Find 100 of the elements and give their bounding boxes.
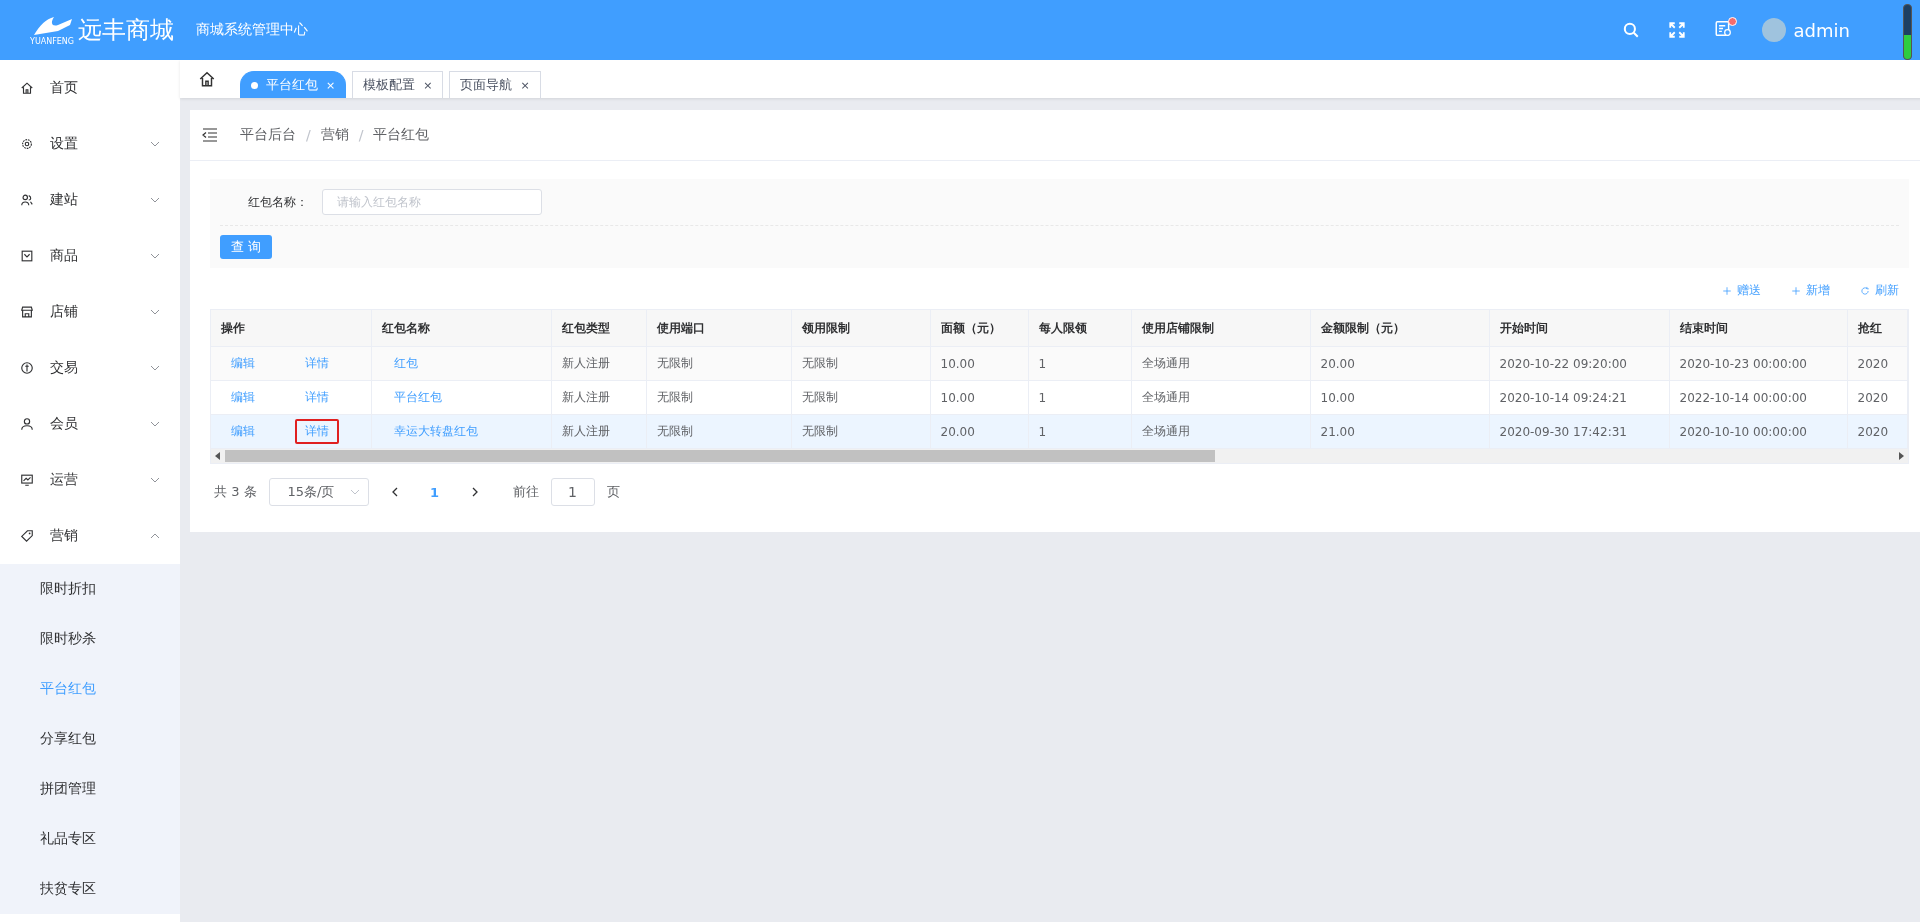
breadcrumb-separator: / — [306, 127, 311, 143]
breadcrumb-item[interactable]: 平台红包 — [373, 126, 430, 144]
avatar[interactable] — [1761, 18, 1786, 42]
table-cell: 2020 — [1847, 380, 1907, 415]
page-size-select[interactable]: 15条/页 — [268, 478, 369, 506]
sidebar-item[interactable]: 交易 — [0, 340, 180, 396]
sidebar-item[interactable]: 会员 — [0, 396, 180, 452]
column-header: 使用店铺限制 — [1131, 310, 1310, 347]
status-dot — [251, 81, 258, 89]
table-cell: 2022-10-14 00:00:00 — [1669, 380, 1847, 415]
table-cell: 2020-09-30 17:42:31 — [1489, 414, 1669, 449]
column-header: 结束时间 — [1669, 310, 1847, 347]
menu-fold-icon[interactable] — [202, 128, 218, 142]
column-header: 面额（元） — [930, 310, 1028, 347]
table-cell: 1 — [1028, 346, 1131, 381]
goto-label: 前往 — [512, 483, 539, 501]
sidebar-subitem[interactable]: 拼团管理 — [0, 764, 180, 814]
refresh-icon — [1859, 285, 1870, 296]
user-icon — [20, 417, 34, 431]
logo-text: 远丰商城 — [78, 15, 175, 46]
table-cell: 20.00 — [1310, 346, 1489, 381]
plus-icon — [1721, 285, 1732, 296]
chart-icon — [20, 473, 34, 487]
table-cell: 全场通用 — [1131, 346, 1310, 381]
plus-icon — [1790, 285, 1801, 296]
breadcrumb-item[interactable]: 平台后台 — [240, 126, 296, 144]
column-header: 开始时间 — [1489, 310, 1669, 347]
sidebar-subitem[interactable]: 分享红包 — [0, 714, 180, 764]
table-cell: 新人注册 — [551, 346, 646, 381]
sidebar-item[interactable]: 营销 — [0, 508, 180, 564]
coin-icon — [20, 361, 34, 375]
fullscreen-icon[interactable] — [1667, 21, 1686, 39]
page-tab[interactable]: 页面导航 × — [449, 71, 541, 98]
sidebar-item[interactable]: 设置 — [0, 116, 180, 172]
table-cell: 1 — [1028, 380, 1131, 415]
column-header: 金额限制（元） — [1310, 310, 1489, 347]
table-cell: 1 — [1028, 414, 1131, 449]
table-cell: 21.00 — [1310, 414, 1489, 449]
logo-subtext: YUANFENG — [30, 36, 75, 46]
sidebar-subitem[interactable]: 扶贫专区 — [0, 864, 180, 914]
clipboard-icon[interactable] — [1713, 19, 1732, 37]
table-cell: 新人注册 — [551, 414, 646, 449]
column-header: 领用限制 — [791, 310, 930, 347]
breadcrumb-separator: / — [358, 127, 364, 143]
home-icon — [198, 70, 216, 88]
table-cell: 10.00 — [930, 346, 1028, 381]
sidebar-item[interactable]: 商品 — [0, 228, 180, 284]
tag-icon — [20, 529, 34, 543]
shop-icon — [20, 305, 34, 319]
field-label: 红包名称： — [248, 193, 308, 211]
column-header: 操作 — [211, 310, 371, 347]
table-cell: 2020-10-22 09:20:00 — [1489, 346, 1669, 381]
table-cell: 新人注册 — [551, 380, 646, 415]
box-icon — [20, 249, 34, 263]
level-meter-drawing — [1903, 4, 1912, 60]
table-cell: 无限制 — [791, 346, 930, 381]
sidebar-subitem[interactable]: 限时折扣 — [0, 564, 180, 614]
close-icon[interactable]: × — [423, 78, 433, 92]
column-header: 红包类型 — [551, 310, 646, 347]
goto-page-field[interactable]: 1 — [550, 478, 595, 506]
people-icon — [20, 193, 34, 207]
chevron-down-icon — [349, 487, 360, 497]
scroll-left-icon[interactable] — [215, 452, 221, 460]
breadcrumb-item[interactable]: 营销 — [320, 126, 349, 144]
home-icon — [20, 81, 34, 95]
table-cell: 10.00 — [930, 380, 1028, 415]
page-tab[interactable]: 模板配置 × — [352, 71, 444, 98]
gear-icon — [20, 137, 34, 151]
table-cell: 2020 — [1847, 414, 1907, 449]
sidebar-subitem[interactable]: 礼品专区 — [0, 814, 180, 864]
header-subtitle: 商城系统管理中心 — [196, 21, 309, 39]
table-cell: 全场通用 — [1131, 380, 1310, 415]
column-header: 每人限领 — [1028, 310, 1131, 347]
table-cell: 20.00 — [930, 414, 1028, 449]
scroll-right-icon[interactable] — [1897, 452, 1904, 460]
sidebar-item[interactable]: 运营 — [0, 452, 180, 508]
sidebar-subitem[interactable]: 限时秒杀 — [0, 614, 180, 664]
table-cell: 10.00 — [1310, 380, 1489, 415]
goto-suffix: 页 — [606, 483, 620, 501]
table-cell: 2020-10-10 00:00:00 — [1669, 414, 1847, 449]
column-header: 使用端口 — [646, 310, 791, 347]
close-icon[interactable]: × — [520, 78, 530, 92]
sidebar-item[interactable]: 建站 — [0, 172, 180, 228]
table-cell: 2020-10-14 09:24:21 — [1489, 380, 1669, 415]
total-count: 共 3 条 — [214, 483, 257, 501]
name-input-field[interactable]: 请输入红包名称 — [322, 189, 542, 215]
table-cell: 无限制 — [646, 346, 791, 381]
table-cell: 无限制 — [791, 380, 930, 415]
search-icon[interactable] — [1621, 21, 1640, 39]
table-cell: 全场通用 — [1131, 414, 1310, 449]
column-header: 抢红 — [1847, 310, 1907, 347]
column-header: 红包名称 — [371, 310, 551, 347]
table-cell: 无限制 — [791, 414, 930, 449]
sidebar-item[interactable]: 首页 — [0, 60, 180, 116]
table-cell: 2020 — [1847, 346, 1907, 381]
table-cell: 无限制 — [646, 380, 791, 415]
scrollbar-thumb[interactable] — [225, 450, 1215, 462]
sidebar-item[interactable]: 店铺 — [0, 284, 180, 340]
table-cell: 2020-10-23 00:00:00 — [1669, 346, 1847, 381]
table-cell: 无限制 — [646, 414, 791, 449]
